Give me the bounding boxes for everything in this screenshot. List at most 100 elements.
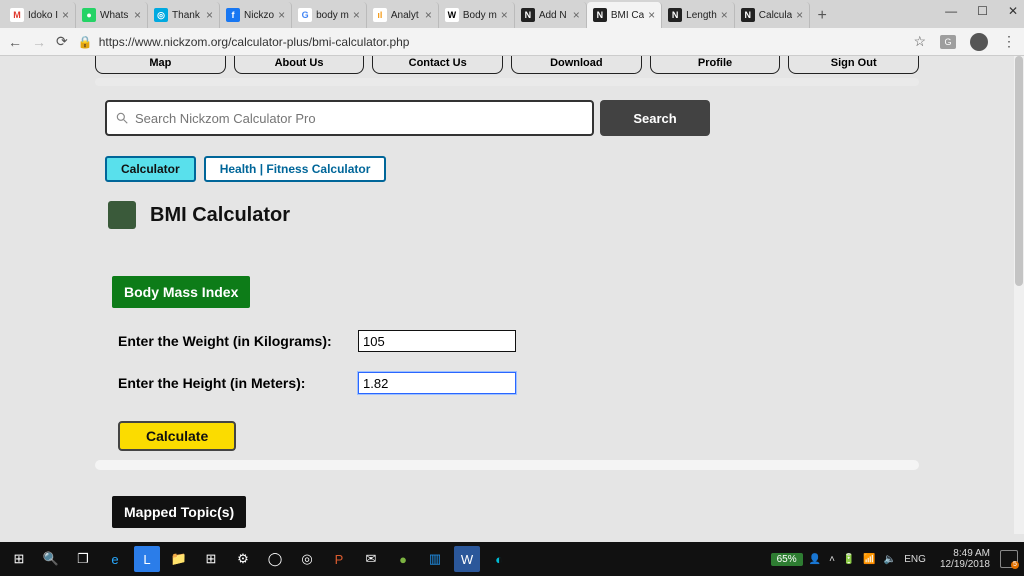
nav-map[interactable]: Map [95, 56, 226, 74]
site-top-nav: Map About Us Contact Us Download Profile… [95, 56, 919, 74]
tab-close-icon[interactable]: × [648, 8, 655, 22]
calculate-button[interactable]: Calculate [118, 421, 236, 451]
browser-toolbar: ← → ⟳ 🔒 https://www.nickzom.org/calculat… [0, 28, 1024, 56]
tab-title: Analyt [391, 10, 421, 21]
calculator-icon [108, 201, 136, 229]
browser-menu-button[interactable]: ⋮ [1002, 33, 1016, 50]
wifi-icon[interactable]: 📶 [863, 554, 875, 565]
browser-tab[interactable]: ◎Thank× [148, 2, 220, 28]
window-minimize-button[interactable]: — [945, 4, 957, 18]
address-bar[interactable]: 🔒 https://www.nickzom.org/calculator-plu… [78, 35, 904, 49]
tab-close-icon[interactable]: × [353, 8, 360, 22]
volume-icon[interactable]: 🔈 [884, 554, 896, 565]
window-maximize-button[interactable]: ☐ [977, 4, 988, 18]
window-controls: — ☐ ✕ [945, 4, 1018, 18]
mail-icon[interactable]: ✉ [358, 546, 384, 572]
taskbar-clock[interactable]: 8:49 AM 12/19/2018 [940, 548, 990, 570]
page-title: BMI Calculator [150, 204, 290, 227]
browser-tab[interactable]: f Nickzo × [220, 2, 292, 28]
page-viewport: Map About Us Contact Us Download Profile… [0, 56, 1014, 534]
site-search-input[interactable] [135, 111, 584, 126]
tab-close-icon[interactable]: × [278, 8, 285, 22]
language-indicator[interactable]: ENG [904, 554, 926, 565]
browser-tab[interactable]: ılAnalyt× [367, 2, 439, 28]
app-icon[interactable]: ● [390, 546, 416, 572]
browser-tab[interactable]: NLength× [662, 2, 735, 28]
tab-close-icon[interactable]: × [501, 8, 508, 22]
tab-close-icon[interactable]: × [62, 8, 69, 22]
app-icon[interactable]: L [134, 546, 160, 572]
site-search-button[interactable]: Search [600, 100, 710, 136]
battery-indicator[interactable]: 65% [771, 553, 803, 566]
calculator-app-icon[interactable]: ⊞ [198, 546, 224, 572]
chip-calculator[interactable]: Calculator [105, 156, 196, 182]
app-icon[interactable]: ▥ [422, 546, 448, 572]
file-explorer-icon[interactable]: 📁 [166, 546, 192, 572]
profile-avatar[interactable] [970, 33, 988, 51]
site-search-box[interactable] [105, 100, 594, 136]
tray-chevron-icon[interactable]: ˄ [829, 554, 835, 565]
nickzom-icon: N [668, 8, 682, 22]
people-icon[interactable]: 👤 [809, 554, 821, 565]
browser-tab[interactable]: NAdd N× [515, 2, 587, 28]
tab-close-icon[interactable]: × [721, 8, 728, 22]
nav-about[interactable]: About Us [234, 56, 365, 74]
nav-download[interactable]: Download [511, 56, 642, 74]
new-tab-button[interactable]: + [810, 4, 834, 28]
edge-icon[interactable]: e [102, 546, 128, 572]
browser-tab[interactable]: MIdoko I× [4, 2, 76, 28]
scrollbar-thumb[interactable] [1015, 56, 1023, 286]
notification-badge: 5 [1011, 561, 1019, 569]
start-button[interactable]: ⊞ [6, 546, 32, 572]
browser-tab[interactable]: Gbody m× [292, 2, 367, 28]
obs-icon[interactable]: ◎ [294, 546, 320, 572]
browser-tab[interactable]: NCalcula× [735, 2, 810, 28]
app-icon[interactable]: ◐ [486, 546, 512, 572]
height-input[interactable] [358, 372, 516, 394]
bmi-heading-badge: Body Mass Index [112, 276, 250, 308]
task-view-icon[interactable]: ❐ [70, 546, 96, 572]
tab-close-icon[interactable]: × [134, 8, 141, 22]
chrome-icon[interactable]: ◯ [262, 546, 288, 572]
facebook-icon: f [226, 8, 240, 22]
nav-profile[interactable]: Profile [650, 56, 781, 74]
vertical-scrollbar[interactable] [1014, 56, 1024, 534]
search-taskbar-icon[interactable]: 🔍 [38, 546, 64, 572]
nickzom-icon: N [521, 8, 535, 22]
tab-close-icon[interactable]: × [573, 8, 580, 22]
tab-close-icon[interactable]: × [425, 8, 432, 22]
nav-signout[interactable]: Sign Out [788, 56, 919, 74]
browser-tab[interactable]: WBody m× [439, 2, 515, 28]
window-close-button[interactable]: ✕ [1008, 4, 1018, 18]
tab-close-icon[interactable]: × [796, 8, 803, 22]
action-center-icon[interactable]: 5 [1000, 550, 1018, 568]
tab-title: BMI Ca [611, 10, 644, 21]
browser-tab-active[interactable]: NBMI Ca× [587, 2, 662, 28]
weight-label: Enter the Weight (in Kilograms): [118, 333, 358, 349]
tab-title: Nickzo [244, 10, 274, 21]
battery-icon[interactable]: 🔋 [843, 554, 855, 565]
lock-icon: 🔒 [78, 35, 93, 49]
forward-button[interactable]: → [32, 34, 46, 50]
powerpoint-icon[interactable]: P [326, 546, 352, 572]
whatsapp-icon: ● [82, 8, 96, 22]
tab-close-icon[interactable]: × [206, 8, 213, 22]
chip-health-fitness[interactable]: Health | Fitness Calculator [204, 156, 387, 182]
word-icon[interactable]: W [454, 546, 480, 572]
extension-icon[interactable]: G [940, 35, 956, 49]
tab-title: Calcula [759, 10, 792, 21]
tab-title: Idoko I [28, 10, 58, 21]
settings-icon[interactable]: ⚙ [230, 546, 256, 572]
system-tray[interactable]: 👤 ˄ 🔋 📶 🔈 ENG [809, 554, 926, 565]
back-button[interactable]: ← [8, 34, 22, 50]
nav-contact[interactable]: Contact Us [372, 56, 503, 74]
search-icon [115, 111, 129, 125]
tab-title: body m [316, 10, 349, 21]
divider-bar [95, 78, 919, 86]
weight-input[interactable] [358, 330, 516, 352]
reload-button[interactable]: ⟳ [56, 33, 68, 50]
clock-date: 12/19/2018 [940, 559, 990, 570]
wikipedia-icon: W [445, 8, 459, 22]
browser-tab[interactable]: ●Whats× [76, 2, 148, 28]
bookmark-star-icon[interactable]: ☆ [913, 33, 926, 50]
